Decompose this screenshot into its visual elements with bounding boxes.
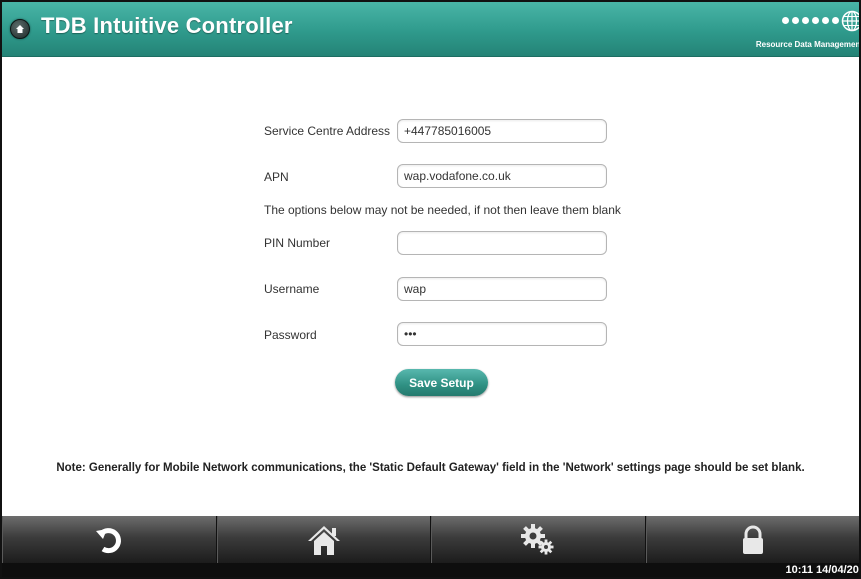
username-label: Username (264, 282, 320, 296)
back-arrow-icon (96, 527, 122, 553)
password-label: Password (264, 328, 317, 342)
apn-label: APN (264, 170, 289, 184)
company-logo: Resource Data Management (733, 10, 861, 54)
nav-back-button[interactable] (2, 516, 217, 563)
bottom-nav (2, 516, 859, 563)
gears-icon (521, 523, 554, 554)
home-dot-icon[interactable] (10, 19, 30, 39)
service-centre-input[interactable] (397, 119, 607, 143)
logo-text: Resource Data Management (755, 40, 861, 49)
optional-hint: The options below may not be needed, if … (264, 203, 621, 217)
pin-input[interactable] (397, 231, 607, 255)
apn-input[interactable] (397, 164, 607, 188)
clock: 10:11 14/04/201 (785, 564, 861, 576)
globe-icon (841, 10, 859, 32)
password-input[interactable] (397, 322, 607, 346)
pin-label: PIN Number (264, 236, 331, 250)
save-setup-button[interactable]: Save Setup (395, 369, 488, 396)
service-centre-label: Service Centre Address (264, 124, 391, 138)
status-bar: 10:11 14/04/201 (2, 563, 859, 577)
nav-lock-button[interactable] (645, 516, 860, 563)
app-title: TDB Intuitive Controller (41, 13, 293, 38)
username-input[interactable] (397, 277, 607, 301)
header-bar: TDB Intuitive Controller Resource Data M… (2, 2, 859, 57)
nav-settings-button[interactable] (431, 516, 646, 563)
network-note: Note: Generally for Mobile Network commu… (56, 462, 805, 474)
logo-dots (782, 17, 839, 24)
app-frame: TDB Intuitive Controller Resource Data M… (0, 0, 861, 579)
home-icon (307, 525, 340, 555)
nav-home-button[interactable] (216, 516, 431, 563)
lock-icon (742, 525, 763, 554)
